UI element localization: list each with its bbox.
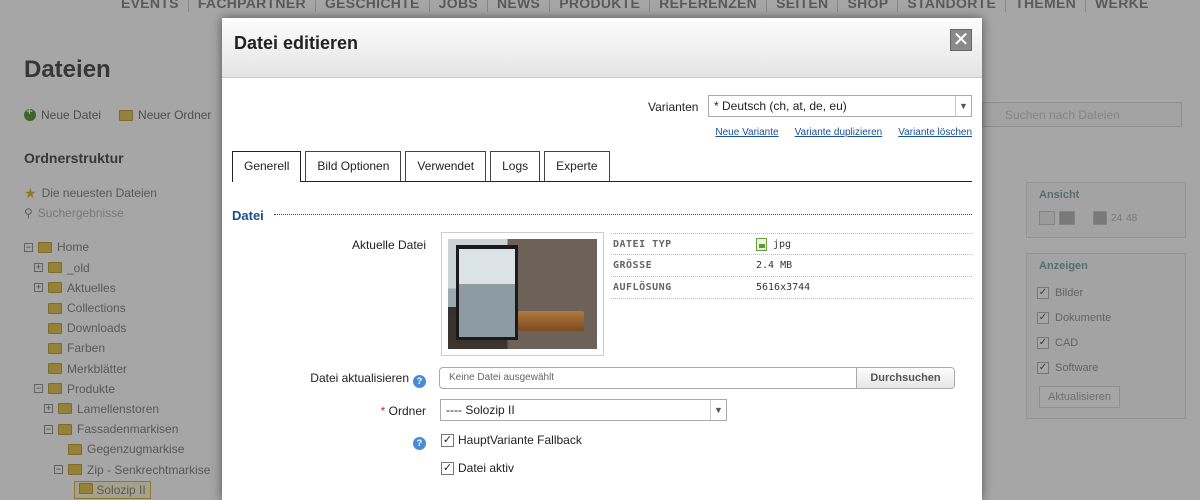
dialog-tabs: Generell Bild Optionen Verwendet Logs Ex… [232,151,972,182]
variant-actions: Neue Variante Variante duplizieren Varia… [715,127,972,138]
image-preview[interactable] [441,232,604,356]
update-file-row-label: Datei aktualisieren? [262,371,426,388]
required-marker: * [380,404,386,418]
delete-variant-link[interactable]: Variante löschen [898,127,972,138]
section-title: Datei [232,208,264,223]
info-key: DATEI TYP [613,238,672,250]
active-checkbox-row[interactable]: ✓ Datei aktiv [441,461,514,475]
variant-select[interactable]: * Deutsch (ch, at, de, eu) ▼ [708,95,972,117]
folder-select-value: ---- Solozip II [446,403,515,417]
help-icon[interactable]: ? [413,437,426,450]
fallback-checkbox-row[interactable]: ✓ HauptVariante Fallback [441,433,582,447]
edit-file-dialog: Datei editieren ✕ Varianten * Deutsch (c… [222,18,982,500]
tab-bild-optionen[interactable]: Bild Optionen [305,151,402,181]
info-key: GRÖSSE [613,260,653,271]
new-variant-link[interactable]: Neue Variante [715,127,778,138]
variants-label: Varianten [648,100,699,114]
duplicate-variant-link[interactable]: Variante duplizieren [795,127,883,138]
section-divider [274,214,972,215]
dialog-header: Datei editieren ✕ [222,18,982,78]
tab-experte[interactable]: Experte [544,151,610,181]
dialog-title: Datei editieren [234,33,359,53]
info-row-resolution: AUFLÖSUNG 5616x3744 [611,277,972,299]
info-value: 5616x3744 [756,282,811,293]
active-label: Datei aktiv [458,461,515,475]
file-upload-input[interactable]: Keine Datei ausgewählt Durchsuchen [439,367,955,389]
file-info-table: DATEI TYP jpg GRÖSSE 2.4 MB AUFLÖSUNG 56… [611,233,972,299]
fallback-checkbox[interactable]: ✓ [441,433,454,447]
active-checkbox[interactable]: ✓ [441,461,454,475]
chevron-down-icon: ▼ [710,400,726,420]
preview-thumbnail [448,239,597,349]
info-value: jpg [773,238,792,250]
fallback-label: HauptVariante Fallback [458,433,582,447]
folder-row-label: * Ordner [322,404,426,418]
current-file-label: Aktuelle Datei [351,238,426,252]
variant-select-value: * Deutsch (ch, at, de, eu) [714,99,847,113]
close-icon[interactable]: ✕ [950,29,972,51]
info-key: AUFLÖSUNG [613,282,672,293]
info-row-size: GRÖSSE 2.4 MB [611,255,972,277]
chevron-down-icon: ▼ [955,96,971,116]
info-value: 2.4 MB [756,260,793,271]
folder-label: Ordner [388,404,426,418]
tab-generell[interactable]: Generell [232,151,302,182]
image-file-icon [756,237,767,251]
update-file-label: Datei aktualisieren [310,371,409,385]
tab-logs[interactable]: Logs [490,151,541,181]
browse-button[interactable]: Durchsuchen [856,368,954,388]
file-upload-placeholder: Keine Datei ausgewählt [449,372,555,383]
tab-verwendet[interactable]: Verwendet [405,151,487,181]
help-icon[interactable]: ? [413,375,426,388]
info-row-type: DATEI TYP jpg [611,233,972,255]
folder-select[interactable]: ---- Solozip II ▼ [440,399,727,421]
fallback-help: ? [406,433,426,450]
